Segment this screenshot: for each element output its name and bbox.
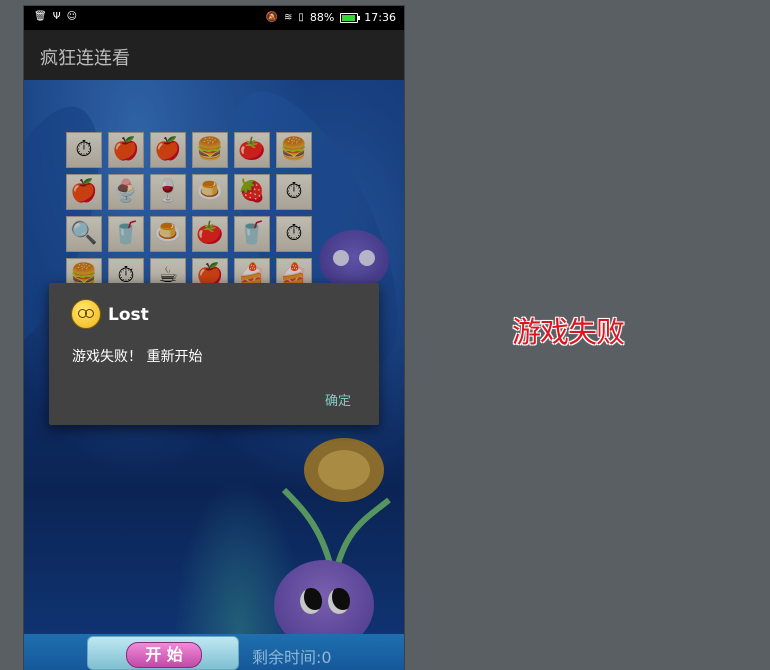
ok-button[interactable]: 确定 xyxy=(325,390,351,409)
mute-icon: 🔕 xyxy=(265,11,278,23)
status-left-icons: 🗑 Ψ ☺ xyxy=(34,11,77,23)
dialog-title: Lost xyxy=(108,305,149,325)
status-right-icons: 🔕 ≋ ▯ 88% 17:36 xyxy=(265,11,396,24)
trash-icon: 🗑 xyxy=(34,11,47,22)
app-title: 疯狂连连看 xyxy=(40,48,130,69)
remaining-time: 剩余时间:0 xyxy=(252,648,332,667)
game-over-caption: 游戏失败 xyxy=(512,315,625,349)
app-bar: 疯狂连连看 xyxy=(24,30,404,80)
smiley-icon: ☺ xyxy=(66,11,78,22)
usb-icon: Ψ xyxy=(52,11,61,22)
clock: 17:36 xyxy=(364,11,396,24)
dialog-message: 游戏失败！ 重新开始 xyxy=(72,349,203,365)
battery-fill xyxy=(342,14,355,21)
battery-percent: 88% xyxy=(309,11,335,24)
start-button-label: 开 始 xyxy=(126,642,202,668)
lost-dialog: Lost 游戏失败！ 重新开始 确定 xyxy=(49,283,379,425)
wifi-icon: ≋ xyxy=(283,11,293,23)
status-bar: 🗑 Ψ ☺ 🔕 ≋ ▯ 88% 17:36 xyxy=(24,6,404,30)
start-button[interactable]: 开 始 xyxy=(87,636,239,670)
sim-icon: ▯ xyxy=(298,11,304,23)
bottom-bar: 开 始 剩余时间:0 xyxy=(24,634,404,670)
dizzy-face-icon xyxy=(71,299,101,329)
battery-icon xyxy=(340,12,361,23)
